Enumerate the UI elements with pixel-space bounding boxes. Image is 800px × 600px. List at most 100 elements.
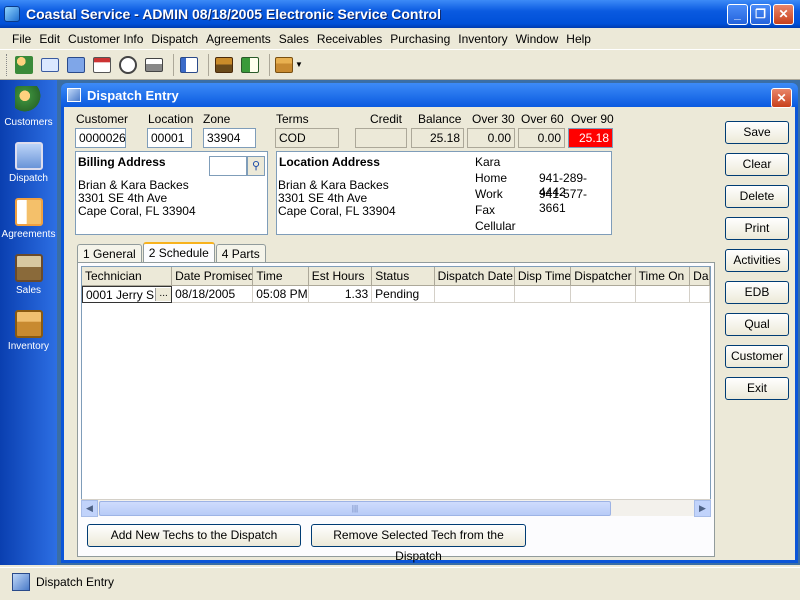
menu-inventory[interactable]: Inventory [454,32,511,46]
delete-button[interactable]: Delete [725,185,789,208]
computer-icon [67,56,85,73]
tab-parts[interactable]: 4 Parts [215,244,266,263]
qual-button[interactable]: Qual [725,313,789,336]
chevron-right-icon: ▶ [699,502,706,513]
menu-customer-info[interactable]: Customer Info [64,32,147,46]
time-cell[interactable]: 05:08 PM [253,286,309,303]
column-header-status[interactable]: Status [372,267,435,285]
toolbar-register-button[interactable] [213,54,235,76]
toolbar-separator [269,53,270,76]
toolbar-grip[interactable] [6,53,9,76]
exit-button[interactable]: Exit [725,377,789,400]
zone-label: Zone [203,112,231,126]
technician-cell[interactable]: 0001 Jerry S ... [82,286,173,303]
work-label: Work [475,187,503,201]
technician-lookup-button[interactable]: ... [155,288,172,301]
sidebar-item-label: Dispatch [9,173,48,184]
technician-value: 0001 Jerry S [86,288,155,302]
column-header-technician[interactable]: Technician [82,267,173,285]
toolbar-separator [173,53,174,76]
location-field[interactable]: 00001 [147,128,192,148]
add-new-techs-button[interactable]: Add New Techs to the Dispatch [87,524,301,547]
sidebar-item-inventory[interactable]: Inventory [0,304,57,360]
column-header-est-hours[interactable]: Est Hours [309,267,373,285]
column-header-dispatch-date[interactable]: Dispatch Date [435,267,515,285]
sidebar-item-customers[interactable]: Customers [0,80,57,136]
menu-dispatch[interactable]: Dispatch [147,32,202,46]
print-button[interactable]: Print [725,217,789,240]
toolbar-separator [208,53,209,76]
cash-register-icon [215,56,233,73]
toolbar-contacts-button[interactable] [39,54,61,76]
da-cell[interactable] [690,286,710,303]
dispatch-date-cell[interactable] [434,286,515,303]
menu-agreements[interactable]: Agreements [202,32,275,46]
menu-sales[interactable]: Sales [275,32,313,46]
menu-purchasing[interactable]: Purchasing [386,32,454,46]
column-header-date-promised[interactable]: Date Promised [172,267,254,285]
date-promised-cell[interactable]: 08/18/2005 [172,286,254,303]
customer-field[interactable]: 0000026 [75,128,126,148]
scroll-thumb[interactable]: ||| [99,501,611,516]
billing-search-button[interactable]: ⚲ [247,156,265,176]
people-icon [14,86,43,114]
zone-field[interactable]: 33904 [203,128,256,148]
table-row[interactable]: 0001 Jerry S ... 08/18/2005 05:08 PM 1.3… [82,286,710,303]
column-header-disp-time[interactable]: Disp Time [515,267,572,285]
menu-bar: File Edit Customer Info Dispatch Agreeme… [0,28,800,50]
location-line2: 3301 SE 4th Ave [278,191,368,205]
horizontal-scrollbar[interactable]: ◀ ||| ▶ [81,499,711,517]
column-header-da[interactable]: Da [690,267,710,285]
app-titlebar: Coastal Service - ADMIN 08/18/2005 Elect… [0,0,800,28]
customer-button[interactable]: Customer [725,345,789,368]
clear-button[interactable]: Clear [725,153,789,176]
column-header-time[interactable]: Time [253,267,309,285]
close-app-button[interactable]: ✕ [773,4,794,25]
edb-button[interactable]: EDB [725,281,789,304]
column-header-dispatcher[interactable]: Dispatcher [571,267,636,285]
sidebar-item-dispatch[interactable]: Dispatch [0,136,57,192]
activities-button[interactable]: Activities [725,249,789,272]
contact-name: Kara [475,155,501,169]
toolbar-clock-button[interactable] [117,54,139,76]
menu-edit[interactable]: Edit [35,32,64,46]
dispatcher-cell[interactable] [571,286,636,303]
home-label: Home [475,171,508,185]
scroll-right-button[interactable]: ▶ [694,499,711,517]
toolbar-ledger-button[interactable] [239,54,261,76]
minimize-button[interactable]: _ [727,4,748,25]
disp-time-cell[interactable] [514,286,572,303]
tab-schedule[interactable]: 2 Schedule [142,242,215,263]
toolbar-print-button[interactable] [143,54,165,76]
toolbar: ▼ [0,50,800,80]
status-cell[interactable]: Pending [372,286,435,303]
toolbar-agreements-button[interactable] [178,54,200,76]
billing-address-heading: Billing Address [78,155,166,169]
menu-window[interactable]: Window [512,32,563,46]
save-button[interactable]: Save [725,121,789,144]
toolbar-calendar-button[interactable] [91,54,113,76]
toolbar-dispatch-button[interactable] [65,54,87,76]
menu-file[interactable]: File [8,32,35,46]
est-hours-cell[interactable]: 1.33 [308,286,373,303]
restore-button[interactable]: ❐ [750,4,771,25]
sidebar-item-sales[interactable]: Sales [0,248,57,304]
tab-general[interactable]: 1 General [77,244,142,263]
balance-label: Balance [418,112,462,126]
remove-selected-tech-button[interactable]: Remove Selected Tech from the Dispatch [311,524,526,563]
over60-label: Over 60 [521,112,564,126]
column-header-time-on[interactable]: Time On [636,267,691,285]
box-icon [275,56,294,73]
time-on-cell[interactable] [635,286,691,303]
location-label: Location [148,112,194,126]
close-window-button[interactable]: ✕ [771,88,792,108]
taskbar-item-dispatch-entry[interactable]: Dispatch Entry [12,573,114,591]
billing-search-input[interactable] [209,156,247,176]
scroll-left-button[interactable]: ◀ [81,499,98,517]
sidebar-item-label: Customers [4,117,53,128]
menu-help[interactable]: Help [562,32,595,46]
menu-receivables[interactable]: Receivables [313,32,386,46]
toolbar-customers-button[interactable] [13,54,35,76]
toolbar-inventory-dropdown[interactable]: ▼ [274,54,304,76]
sidebar-item-agreements[interactable]: Agreements [0,192,57,248]
